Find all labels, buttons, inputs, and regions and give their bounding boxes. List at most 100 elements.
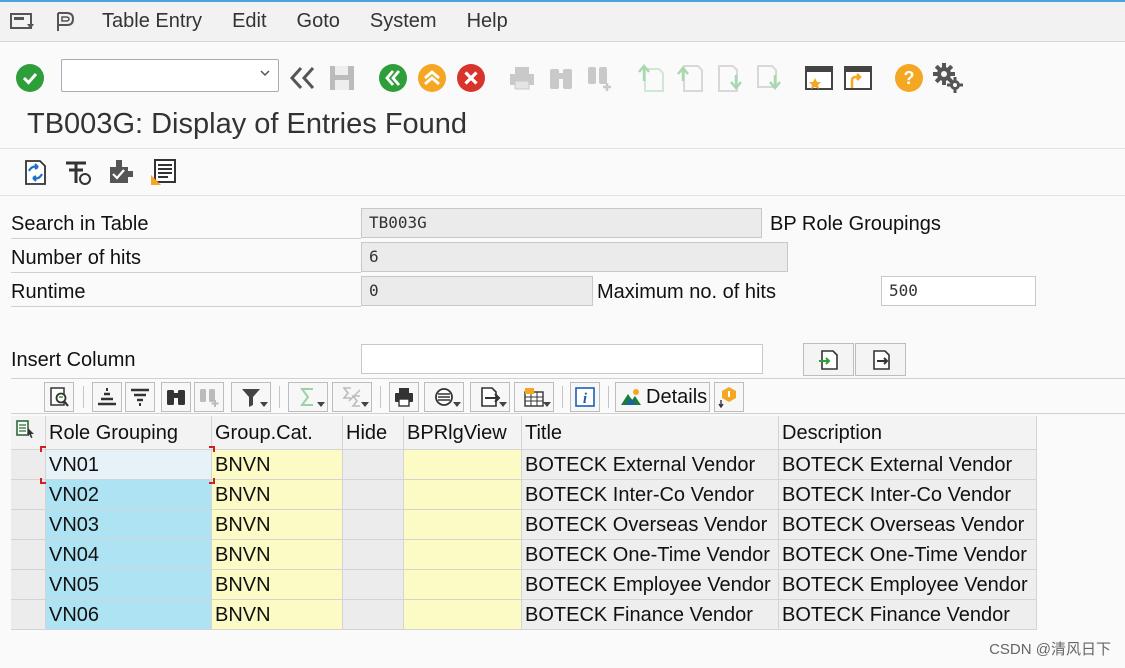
group-cat-cell[interactable]: BNVN — [212, 570, 343, 600]
column-header-title[interactable]: Title — [522, 416, 779, 450]
alv-details-button[interactable] — [44, 382, 74, 412]
save-button[interactable] — [326, 62, 358, 94]
title-cell[interactable]: BOTECK External Vendor — [522, 450, 779, 480]
back-button[interactable] — [377, 62, 409, 94]
description-cell[interactable]: BOTECK Employee Vendor — [779, 570, 1037, 600]
check-table-icon[interactable] — [106, 157, 136, 187]
select-all-cell[interactable] — [11, 416, 46, 450]
customize-layout-button[interactable] — [932, 62, 964, 94]
sap-logo-icon[interactable] — [54, 11, 78, 33]
alv-print-button[interactable] — [389, 382, 419, 412]
insert-column-from-clipboard-button[interactable] — [855, 343, 906, 376]
row-selector[interactable] — [11, 600, 46, 630]
column-header-role-grouping[interactable]: Role Grouping — [46, 416, 212, 450]
sort-order-button[interactable] — [714, 382, 744, 412]
bprlgview-cell[interactable] — [404, 480, 522, 510]
title-cell[interactable]: BOTECK Finance Vendor — [522, 600, 779, 630]
total-button[interactable] — [288, 382, 328, 412]
create-shortcut-button[interactable] — [842, 62, 874, 94]
menu-goto[interactable]: Goto — [297, 10, 340, 33]
role-grouping-cell[interactable]: VN01 — [46, 450, 212, 480]
exit-button[interactable] — [416, 62, 448, 94]
row-selector[interactable] — [11, 570, 46, 600]
export-button[interactable] — [470, 382, 510, 412]
menu-system[interactable]: System — [370, 10, 437, 33]
find-button[interactable] — [545, 62, 577, 94]
find-next-button[interactable] — [584, 62, 616, 94]
alv-find-next-button[interactable] — [194, 382, 224, 412]
table-row[interactable]: VN02 BNVN BOTECK Inter-Co Vendor BOTECK … — [11, 480, 1037, 510]
menu-table-entry[interactable]: Table Entry — [102, 10, 202, 33]
cancel-button[interactable] — [455, 62, 487, 94]
group-cat-cell[interactable]: BNVN — [212, 540, 343, 570]
title-cell[interactable]: BOTECK One-Time Vendor — [522, 540, 779, 570]
group-cat-cell[interactable]: BNVN — [212, 600, 343, 630]
information-button[interactable]: i — [570, 382, 600, 412]
menu-edit[interactable]: Edit — [232, 10, 266, 33]
hide-cell[interactable] — [343, 510, 404, 540]
group-cat-cell[interactable]: BNVN — [212, 450, 343, 480]
previous-page-button[interactable] — [674, 62, 706, 94]
bprlgview-cell[interactable] — [404, 450, 522, 480]
row-selector[interactable] — [11, 480, 46, 510]
sap-menu-icon[interactable] — [10, 12, 36, 32]
hide-cell[interactable] — [343, 540, 404, 570]
collapse-command-field-button[interactable] — [287, 62, 319, 94]
column-header-hide[interactable]: Hide — [343, 416, 404, 450]
table-row[interactable]: VN01 BNVN BOTECK External Vendor BOTECK … — [11, 450, 1037, 480]
command-field[interactable] — [61, 59, 279, 92]
description-cell[interactable]: BOTECK Inter-Co Vendor — [779, 480, 1037, 510]
next-page-button[interactable] — [713, 62, 745, 94]
title-cell[interactable]: BOTECK Employee Vendor — [522, 570, 779, 600]
first-page-button[interactable] — [635, 62, 667, 94]
alv-find-button[interactable] — [161, 382, 191, 412]
role-grouping-cell[interactable]: VN04 — [46, 540, 212, 570]
hide-cell[interactable] — [343, 480, 404, 510]
bprlgview-cell[interactable] — [404, 510, 522, 540]
title-cell[interactable]: BOTECK Inter-Co Vendor — [522, 480, 779, 510]
title-cell[interactable]: BOTECK Overseas Vendor — [522, 510, 779, 540]
bprlgview-cell[interactable] — [404, 570, 522, 600]
column-header-bprlgview[interactable]: BPRlgView — [404, 416, 522, 450]
role-grouping-cell[interactable]: VN03 — [46, 510, 212, 540]
filter-button[interactable] — [231, 382, 271, 412]
hide-cell[interactable] — [343, 600, 404, 630]
max-hits-input[interactable]: 500 — [881, 276, 1036, 306]
hide-cell[interactable] — [343, 450, 404, 480]
selection-criteria-icon[interactable] — [63, 157, 93, 187]
description-cell[interactable]: BOTECK External Vendor — [779, 450, 1037, 480]
table-row[interactable]: VN03 BNVN BOTECK Overseas Vendor BOTECK … — [11, 510, 1037, 540]
table-row[interactable]: VN05 BNVN BOTECK Employee Vendor BOTECK … — [11, 570, 1037, 600]
row-selector[interactable] — [11, 540, 46, 570]
details-button[interactable]: Details — [615, 382, 710, 412]
menu-help[interactable]: Help — [467, 10, 508, 33]
layout-button[interactable] — [514, 382, 554, 412]
sort-descending-button[interactable] — [125, 382, 155, 412]
group-cat-cell[interactable]: BNVN — [212, 480, 343, 510]
row-selector[interactable] — [11, 510, 46, 540]
insert-column-button[interactable] — [803, 343, 854, 376]
enter-button[interactable] — [16, 64, 44, 92]
group-cat-cell[interactable]: BNVN — [212, 510, 343, 540]
insert-column-input[interactable] — [361, 344, 763, 374]
new-session-button[interactable] — [803, 62, 835, 94]
role-grouping-cell[interactable]: VN05 — [46, 570, 212, 600]
row-selector[interactable] — [11, 450, 46, 480]
help-button[interactable]: ? — [893, 62, 925, 94]
refresh-icon[interactable] — [20, 157, 50, 187]
bprlgview-cell[interactable] — [404, 540, 522, 570]
description-cell[interactable]: BOTECK One-Time Vendor — [779, 540, 1037, 570]
last-page-button[interactable] — [752, 62, 784, 94]
bprlgview-cell[interactable] — [404, 600, 522, 630]
detail-list-icon[interactable] — [149, 157, 179, 187]
table-row[interactable]: VN04 BNVN BOTECK One-Time Vendor BOTECK … — [11, 540, 1037, 570]
role-grouping-cell[interactable]: VN02 — [46, 480, 212, 510]
column-header-group-cat[interactable]: Group.Cat. — [212, 416, 343, 450]
views-button[interactable] — [424, 382, 464, 412]
subtotal-button[interactable] — [332, 382, 372, 412]
column-header-description[interactable]: Description — [779, 416, 1037, 450]
chevron-down-icon[interactable] — [260, 68, 270, 78]
description-cell[interactable]: BOTECK Overseas Vendor — [779, 510, 1037, 540]
hide-cell[interactable] — [343, 570, 404, 600]
description-cell[interactable]: BOTECK Finance Vendor — [779, 600, 1037, 630]
